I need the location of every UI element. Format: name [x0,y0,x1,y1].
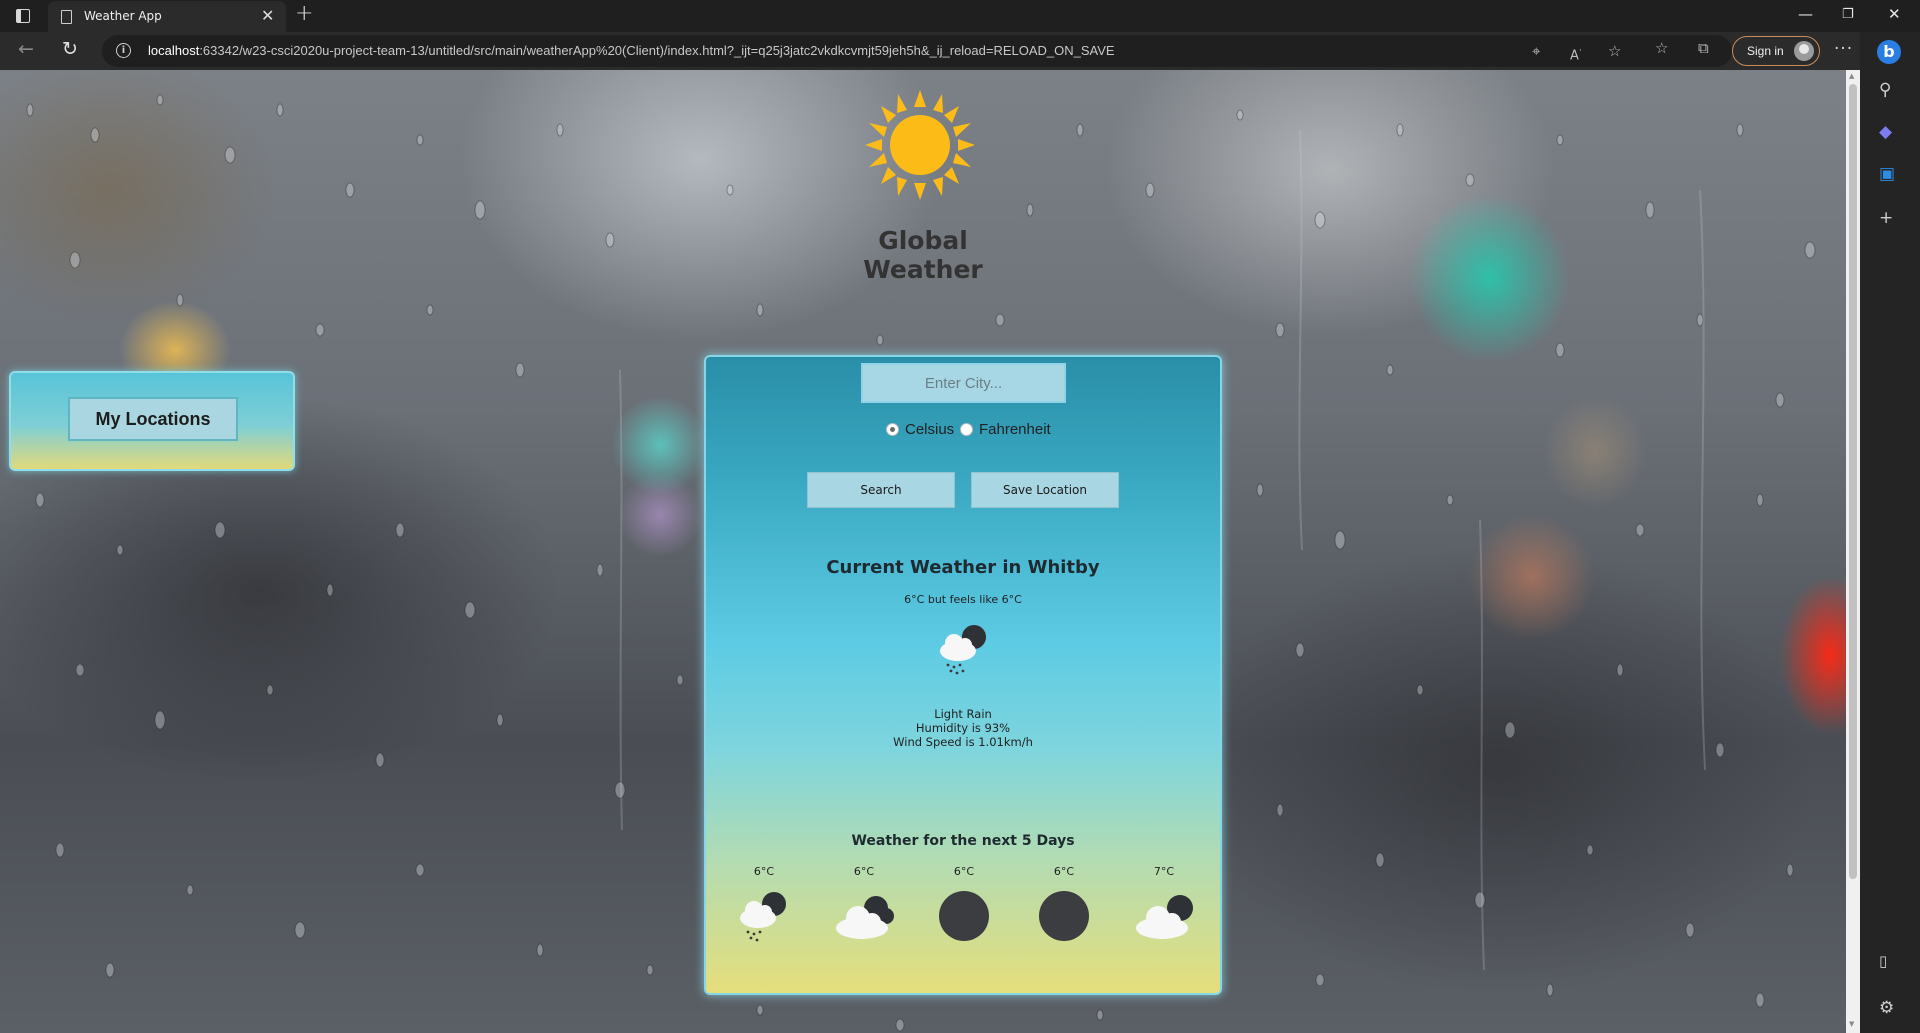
close-window-icon[interactable]: ✕ [1888,5,1901,23]
cloud-moon-icon [1136,895,1193,939]
app-title: Global Weather [863,226,983,284]
scroll-up-icon[interactable]: ▲ [1849,72,1854,80]
reload-icon[interactable]: ↻ [62,38,78,60]
weather-description: Light Rain [934,707,992,721]
add-favorite-icon[interactable]: ☆ [1608,42,1621,60]
tab-actions-icon[interactable] [16,9,30,23]
url-path: :63342/w23-csci2020u-project-team-13/unt… [199,43,1115,58]
address-bar: ← ↻ i localhost:63342/w23-csci2020u-proj… [0,32,1920,70]
site-info-icon[interactable]: i [116,43,131,58]
sign-in-label: Sign in [1747,44,1784,58]
tab-strip: Weather App ✕ + — ❐ ✕ [0,0,1920,32]
page-icon [61,10,72,24]
page-scrollbar[interactable]: ▲ ▼ [1846,70,1860,1033]
fahrenheit-label[interactable]: Fahrenheit [979,421,1051,438]
page-viewport: Global Weather My Locations Celsius Fahr… [0,70,1846,1033]
copilot-icon[interactable]: ◆ [1879,122,1892,142]
search-icon[interactable]: ⚲ [1879,80,1891,100]
new-tab-icon[interactable]: + [295,1,313,26]
save-location-button[interactable]: Save Location [971,472,1119,508]
cloud-moon-rain-icon [740,892,786,942]
tab-weather-app[interactable]: Weather App ✕ [48,1,286,32]
url-field[interactable]: i localhost:63342/w23-csci2020u-project-… [102,35,1732,67]
minimize-icon[interactable]: — [1798,5,1813,23]
tab-close-icon[interactable]: ✕ [261,6,274,25]
avatar [1794,41,1814,61]
scroll-down-icon[interactable]: ▼ [1849,1020,1854,1028]
favorites-icon[interactable]: ☆ [1655,39,1668,57]
scrollbar-thumb[interactable] [1849,84,1857,879]
weather-card: Celsius Fahrenheit Search Save Location … [704,355,1222,995]
forecast-day-1-temp: 6°C [753,865,775,878]
collections-icon[interactable]: ⧉ [1698,39,1709,57]
my-locations-button[interactable]: My Locations [68,397,238,441]
back-icon[interactable]: ← [18,38,34,60]
fahrenheit-radio[interactable] [960,423,973,436]
url-text[interactable]: localhost:63342/w23-csci2020u-project-te… [148,43,1115,58]
celsius-radio[interactable] [886,423,899,436]
cloud-moon-rain-icon [940,625,986,675]
location-pin-icon[interactable]: ⌖ [1532,42,1540,60]
bing-copilot-icon[interactable]: b [1877,40,1901,64]
sun-logo-icon [865,90,975,200]
forecast-day-3-temp: 6°C [953,865,975,878]
my-locations-panel: My Locations [9,371,295,471]
humidity-text: Humidity is 93% [915,721,1011,735]
celsius-label[interactable]: Celsius [905,421,954,438]
unit-selector: Celsius Fahrenheit [706,421,1220,441]
url-host: localhost [148,43,200,58]
tab-title: Weather App [84,9,162,23]
outlook-icon[interactable]: ▣ [1879,164,1895,184]
search-button[interactable]: Search [807,472,955,508]
dark-circle-icon [939,891,989,941]
forecast-day-4-temp: 6°C [1053,865,1075,878]
dark-circle-icon [1039,891,1089,941]
wind-speed-text: Wind Speed is 1.01km/h [893,735,1033,749]
city-input[interactable] [861,363,1066,403]
read-aloud-icon[interactable]: Aᐧ [1570,44,1582,63]
forecast-title: Weather for the next 5 Days [851,833,1075,849]
current-temperature: 6°C but feels like 6°C [904,593,1022,606]
restore-icon[interactable]: ❐ [1842,7,1854,22]
forecast-day-2-temp: 6°C [853,865,875,878]
more-options-icon[interactable]: ··· [1834,39,1853,59]
sidebar-toggle-icon[interactable]: ▯ [1879,952,1887,970]
forecast-day-5-temp: 7°C [1153,865,1175,878]
edge-sidebar: b ⚲ ◆ ▣ + ▯ ⚙ [1860,32,1920,1033]
add-sidebar-icon[interactable]: + [1879,208,1893,228]
sign-in-button[interactable]: Sign in [1732,36,1820,66]
current-weather-title: Current Weather in Whitby [826,557,1100,578]
settings-gear-icon[interactable]: ⚙ [1879,998,1894,1018]
cloud-moon-icon [836,896,894,939]
